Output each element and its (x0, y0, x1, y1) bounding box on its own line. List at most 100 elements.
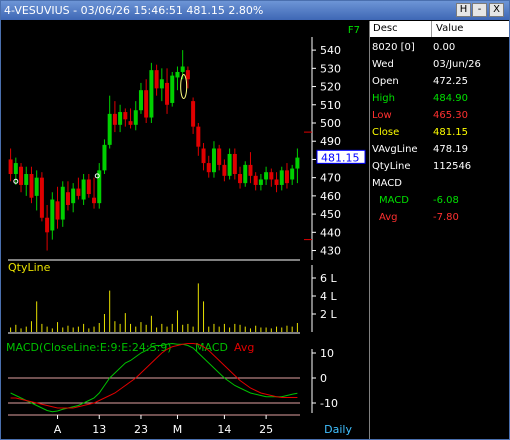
panel-row-label: MACD (379, 195, 409, 206)
candle-body (65, 192, 70, 205)
close-button[interactable]: X (489, 3, 504, 17)
help-button[interactable]: H (456, 3, 471, 17)
panel-row: Close 481.15 (370, 124, 509, 141)
candle-body (201, 148, 206, 164)
candle-body (238, 174, 243, 184)
qty-title: QtyLine (8, 261, 51, 274)
candle-body (196, 126, 201, 147)
macd-title: MACD(CloseLine:E:9:E:24:S:9) (6, 341, 172, 354)
current-price-tag: 481.15 (321, 151, 360, 164)
candle-body (29, 174, 34, 198)
panel-row-value: -7.80 (433, 212, 459, 223)
candle-body (81, 179, 86, 200)
candle-body (34, 177, 39, 196)
price-axis-label: 440 (320, 226, 341, 239)
candle-body (50, 199, 55, 231)
candle-body (71, 188, 76, 204)
panel-row: High 484.90 (370, 90, 509, 107)
candle-body (19, 166, 24, 185)
panel-row-label: 8020 [0] (372, 42, 415, 53)
x-axis-label: 13 (92, 423, 106, 436)
x-axis-label: 14 (217, 423, 231, 436)
candle-body (170, 75, 175, 103)
chart-area[interactable]: F754053052051050049048047046045044043048… (2, 21, 368, 439)
candle-body (60, 186, 65, 220)
price-axis-label: 510 (320, 99, 341, 112)
panel-row: Low 465.30 (370, 107, 509, 124)
candle-body (13, 163, 18, 175)
price-chart[interactable]: F754053052051050049048047046045044043048… (2, 21, 368, 439)
candle-body (159, 79, 164, 89)
price-axis-label: 530 (320, 62, 341, 75)
price-axis-label: 460 (320, 190, 341, 203)
panel-row: 8020 [0] 0.00 (370, 39, 509, 56)
candle-body (222, 164, 227, 176)
minimize-button[interactable]: - (472, 3, 487, 17)
candle-body (264, 172, 269, 180)
candle-body (123, 112, 128, 120)
candle-body (180, 66, 185, 72)
x-axis-label: A (54, 423, 62, 436)
candle-body (279, 170, 284, 185)
panel-row: Wed 03/Jun/26 (370, 56, 509, 73)
candle-body (165, 82, 170, 105)
macd-legend-macd: MACD (195, 341, 228, 354)
candle-body (253, 175, 258, 185)
candle-body (128, 121, 133, 125)
candle-body (45, 217, 50, 233)
price-axis-label: 490 (320, 135, 341, 148)
macd-axis-label: -10 (320, 397, 338, 410)
panel-row-value: 481.15 (433, 127, 468, 138)
candle-body (8, 159, 13, 175)
price-axis-label: 470 (320, 172, 341, 185)
candle-body (55, 201, 60, 220)
candle-body (86, 179, 91, 195)
candle-body (102, 144, 107, 171)
panel-header: Desc Value (370, 21, 509, 37)
panel-row-value: 0.00 (433, 42, 456, 53)
candle-body (76, 188, 81, 196)
panel-row: MACD -6.08 (370, 192, 509, 209)
panel-row-label: Open (372, 76, 399, 87)
quote-details-panel: Desc Value 8020 [0] 0.00 Wed 03/Jun/26 Open 4… (369, 21, 509, 439)
price-axis-label: 520 (320, 81, 341, 94)
panel-row-value: 465.30 (433, 110, 468, 121)
candle-body (258, 179, 263, 185)
desc-column-header[interactable]: Desc (370, 21, 432, 37)
x-axis-label: 25 (259, 423, 273, 436)
candle-body (149, 70, 154, 118)
qty-axis-label: 6 L (320, 272, 337, 285)
panel-row: Open 472.25 (370, 73, 509, 90)
panel-row-label: High (372, 93, 395, 104)
x-axis-label: 23 (134, 423, 148, 436)
window-title: 4-VESUVIUS - 03/06/26 15:46:51 481.15 2.… (4, 4, 264, 17)
chart-window: 4-VESUVIUS - 03/06/26 15:46:51 481.15 2.… (0, 0, 510, 440)
candle-body (295, 157, 300, 169)
candle-body (217, 148, 222, 165)
title-bar[interactable]: 4-VESUVIUS - 03/06/26 15:46:51 481.15 2.… (1, 1, 509, 20)
candle-body (232, 153, 237, 175)
pattern-marker (180, 74, 188, 100)
panel-row-value: 478.19 (433, 144, 468, 155)
candle-body (175, 71, 180, 78)
panel-row: Avg -7.80 (370, 209, 509, 226)
candle-body (248, 164, 253, 176)
candle-body (92, 197, 97, 204)
panel-row-label: VAvgLine (372, 144, 418, 155)
period-label: Daily (324, 423, 352, 436)
candle-body (191, 101, 196, 127)
candle-body (144, 90, 149, 118)
panel-row-value: 484.90 (433, 93, 468, 104)
value-column-header[interactable]: Value (433, 21, 509, 37)
price-axis-label: 540 (320, 44, 341, 57)
macd-axis-label: 10 (320, 347, 334, 360)
candle-body (39, 177, 44, 218)
candle-body (138, 90, 143, 111)
candle-body (206, 163, 211, 173)
candle-body (227, 153, 232, 176)
candle-body (274, 179, 279, 185)
candle-body (284, 170, 289, 184)
panel-row: QtyLine 112546 (370, 158, 509, 175)
panel-row-value: 112546 (433, 161, 472, 172)
candle-body (243, 164, 248, 184)
